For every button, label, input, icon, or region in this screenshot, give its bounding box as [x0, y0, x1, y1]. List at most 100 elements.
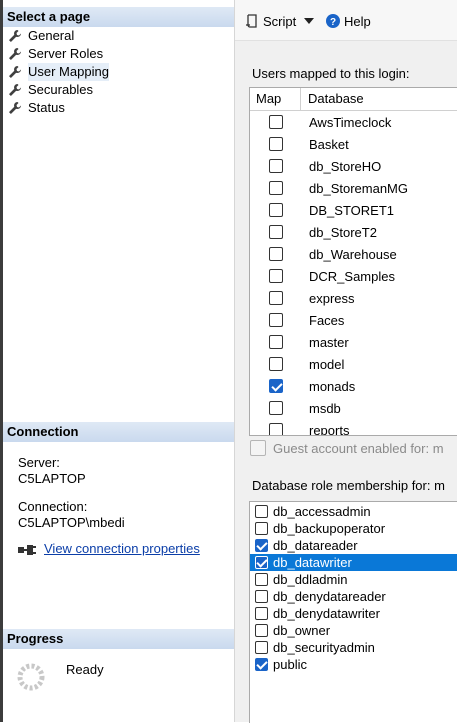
role-row[interactable]: db_datareader	[250, 537, 457, 554]
database-row[interactable]: master	[250, 331, 457, 353]
role-row[interactable]: public	[250, 656, 457, 673]
page-item-user-mapping[interactable]: User Mapping	[8, 63, 109, 81]
grid-header: Map Database	[250, 88, 457, 111]
role-label: db_securityadmin	[273, 640, 375, 655]
map-checkbox[interactable]	[269, 225, 283, 239]
database-row[interactable]: express	[250, 287, 457, 309]
map-checkbox[interactable]	[269, 137, 283, 151]
database-name: master	[309, 335, 349, 350]
role-checkbox[interactable]	[255, 556, 268, 569]
database-row[interactable]: monads	[250, 375, 457, 397]
progress-status: Ready	[66, 662, 104, 677]
guest-account-checkbox: Guest account enabled for: m	[250, 440, 444, 456]
database-row[interactable]: AwsTimeclock	[250, 111, 457, 133]
map-checkbox[interactable]	[269, 181, 283, 195]
guest-account-label: Guest account enabled for: m	[273, 440, 444, 456]
role-row[interactable]: db_ddladmin	[250, 571, 457, 588]
map-checkbox[interactable]	[269, 247, 283, 261]
page-item-securables[interactable]: Securables	[8, 81, 93, 99]
role-label: db_datareader	[273, 538, 358, 553]
database-row[interactable]: DB_STORET1	[250, 199, 457, 221]
map-checkbox[interactable]	[269, 423, 283, 435]
page-item-label: Status	[28, 100, 65, 115]
role-label: db_backupoperator	[273, 521, 386, 536]
role-checkbox[interactable]	[255, 607, 268, 620]
users-mapped-grid[interactable]: Map Database AwsTimeclock Basket db_StoreH…	[249, 87, 457, 436]
database-row[interactable]: db_StoremanMG	[250, 177, 457, 199]
dropdown-arrow-icon[interactable]	[304, 17, 315, 25]
role-row[interactable]: db_denydatareader	[250, 588, 457, 605]
page-item-status[interactable]: Status	[8, 99, 65, 117]
column-header-map[interactable]: Map	[256, 91, 281, 106]
role-label: db_datawriter	[273, 555, 352, 570]
help-label: Help	[344, 13, 371, 29]
script-icon	[246, 14, 257, 28]
map-checkbox[interactable]	[269, 379, 283, 393]
column-header-database[interactable]: Database	[308, 91, 364, 106]
role-checkbox[interactable]	[255, 505, 268, 518]
role-row[interactable]: db_securityadmin	[250, 639, 457, 656]
database-name: Basket	[309, 137, 349, 152]
database-name: monads	[309, 379, 356, 394]
role-checkbox[interactable]	[255, 658, 268, 671]
database-row[interactable]: model	[250, 353, 457, 375]
role-row[interactable]: db_denydatawriter	[250, 605, 457, 622]
progress-spinner-icon	[17, 663, 45, 691]
role-checkbox[interactable]	[255, 641, 268, 654]
connection-properties-icon[interactable]	[17, 543, 37, 557]
database-row[interactable]: db_StoreT2	[250, 221, 457, 243]
database-row[interactable]: Faces	[250, 309, 457, 331]
role-row[interactable]: db_datawriter	[250, 554, 457, 571]
database-row[interactable]: Basket	[250, 133, 457, 155]
map-checkbox[interactable]	[269, 357, 283, 371]
database-name: db_StoremanMG	[309, 181, 408, 196]
page-item-label: Server Roles	[28, 46, 104, 61]
map-checkbox[interactable]	[269, 115, 283, 129]
role-membership-list[interactable]: db_accessadmin db_backupoperator db_datare…	[249, 501, 457, 723]
database-name: DCR_Samples	[309, 269, 395, 284]
role-label: db_denydatareader	[273, 589, 386, 604]
database-row[interactable]: reports	[250, 419, 457, 436]
map-checkbox[interactable]	[269, 269, 283, 283]
connection-value: C5LAPTOP\mbedi	[18, 515, 125, 530]
wrench-icon	[9, 84, 21, 96]
database-name: reports	[309, 423, 350, 436]
database-name: model	[309, 357, 345, 372]
role-row[interactable]: db_accessadmin	[250, 503, 457, 520]
role-label: public	[273, 657, 307, 672]
select-page-header: Select a page	[3, 7, 234, 27]
role-checkbox[interactable]	[255, 539, 268, 552]
database-row[interactable]: db_StoreHO	[250, 155, 457, 177]
view-connection-properties-link[interactable]: View connection properties	[44, 541, 200, 556]
map-checkbox[interactable]	[269, 203, 283, 217]
map-checkbox[interactable]	[269, 335, 283, 349]
map-checkbox[interactable]	[269, 291, 283, 305]
help-button[interactable]: ? Help	[326, 12, 371, 30]
role-checkbox[interactable]	[255, 590, 268, 603]
role-checkbox[interactable]	[255, 522, 268, 535]
database-row[interactable]: DCR_Samples	[250, 265, 457, 287]
role-membership-caption: Database role membership for: m	[252, 478, 445, 493]
users-mapped-caption: Users mapped to this login:	[252, 66, 410, 81]
map-checkbox[interactable]	[269, 401, 283, 415]
role-label: db_denydatawriter	[273, 606, 380, 621]
map-checkbox[interactable]	[269, 313, 283, 327]
database-name: DB_STORET1	[309, 203, 395, 218]
database-name: db_StoreHO	[309, 159, 382, 174]
database-name: express	[309, 291, 355, 306]
column-divider[interactable]	[300, 88, 301, 110]
page-item-server-roles[interactable]: Server Roles	[8, 45, 103, 63]
database-row[interactable]: msdb	[250, 397, 457, 419]
connection-header: Connection	[3, 422, 234, 442]
map-checkbox[interactable]	[269, 159, 283, 173]
script-button[interactable]: Script	[245, 12, 315, 30]
role-row[interactable]: db_backupoperator	[250, 520, 457, 537]
wrench-icon	[9, 102, 21, 114]
role-checkbox[interactable]	[255, 624, 268, 637]
database-name: Faces	[309, 313, 345, 328]
role-checkbox[interactable]	[255, 573, 268, 586]
role-row[interactable]: db_owner	[250, 622, 457, 639]
role-label: db_accessadmin	[273, 504, 371, 519]
database-row[interactable]: db_Warehouse	[250, 243, 457, 265]
page-item-general[interactable]: General	[8, 27, 74, 45]
